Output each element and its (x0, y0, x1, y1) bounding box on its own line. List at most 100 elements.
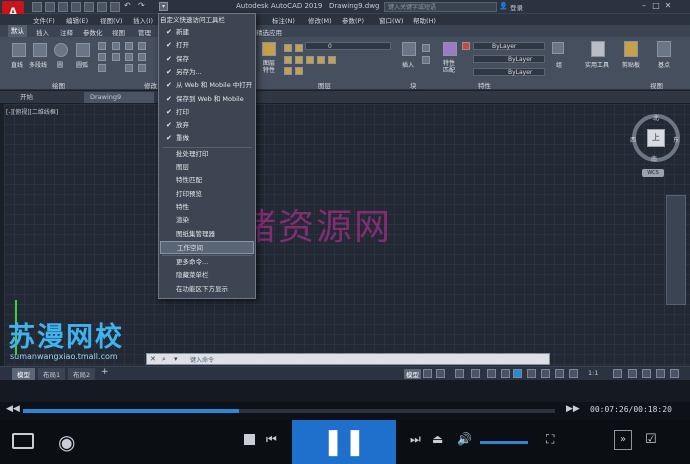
tab-layout1[interactable]: 布局1 (38, 368, 66, 380)
menu-item[interactable]: 标注(N) (272, 15, 295, 25)
eye-icon[interactable]: ◉ (58, 430, 75, 454)
qat-menu-item[interactable]: ✔ 另存为... (160, 66, 254, 79)
line-icon[interactable] (12, 43, 26, 57)
isodraft-icon[interactable] (487, 369, 496, 378)
user-icon[interactable]: 👤 (499, 2, 508, 10)
menu-item[interactable]: 帮助(H) (413, 15, 436, 25)
volume-slider[interactable] (480, 441, 528, 444)
rect-icon[interactable] (98, 42, 106, 50)
trim-icon[interactable] (138, 42, 146, 50)
object-snap-icon[interactable] (501, 369, 510, 378)
next-icon[interactable]: ⏭ (410, 432, 421, 447)
minimize-icon[interactable]: – (638, 1, 650, 10)
layer-tool-icon[interactable] (284, 67, 292, 75)
ribbon-tab[interactable]: 管理 (138, 27, 151, 37)
arc-icon[interactable] (76, 43, 90, 57)
model-space-button[interactable]: 模型 (404, 369, 421, 379)
hatch-icon[interactable] (98, 53, 106, 61)
circle-icon[interactable] (54, 43, 68, 57)
layer-tool-icon[interactable] (317, 56, 325, 64)
lineweight-dropdown[interactable]: ByLayer (473, 68, 545, 76)
ribbon-tab[interactable]: 插入 (36, 27, 49, 37)
layer-tool-icon[interactable] (295, 67, 303, 75)
add-icon[interactable] (628, 369, 637, 378)
selection-cycling-icon[interactable] (555, 369, 564, 378)
qat-menu-item[interactable]: 特性匹配 (160, 174, 254, 187)
qat-menu-item[interactable]: 批处理打印 (160, 148, 254, 161)
menu-item[interactable]: 编辑(E) (66, 15, 88, 25)
mirror-icon[interactable] (138, 53, 146, 61)
color-icon[interactable] (462, 42, 470, 50)
wcs-menu[interactable]: WCS (642, 169, 664, 177)
viewport-controls[interactable]: [-][俯视][二维线框] (6, 107, 58, 116)
customize-icon[interactable] (670, 369, 679, 378)
layer-tool-icon[interactable] (328, 56, 336, 64)
previous-icon[interactable]: ⏮ (266, 432, 277, 447)
polyline-icon[interactable] (33, 43, 47, 57)
insert-block-icon[interactable] (402, 42, 416, 56)
fullscreen-icon[interactable] (656, 369, 665, 378)
gear-icon[interactable] (613, 369, 622, 378)
web-open-icon[interactable] (84, 2, 94, 12)
toolbox-icon[interactable] (12, 433, 34, 449)
annotation-visibility-icon[interactable] (569, 369, 578, 378)
undo-icon[interactable]: ↶ (124, 1, 131, 10)
playlist-toggle-icon[interactable]: » (614, 430, 632, 450)
spline-icon[interactable] (112, 53, 120, 61)
saveas-icon[interactable] (71, 2, 81, 12)
new-icon[interactable] (32, 2, 42, 12)
transparency-icon[interactable] (541, 369, 550, 378)
menu-item[interactable]: 文件(F) (33, 15, 55, 25)
pause-button[interactable]: ❚❚ (292, 420, 396, 464)
view-cube[interactable]: 上 (647, 129, 665, 147)
layer-tool-icon[interactable] (284, 44, 292, 52)
menu-item[interactable]: 视图(V) (100, 15, 123, 25)
ribbon-tab[interactable]: 视图 (112, 27, 125, 37)
menu-item[interactable]: 参数(P) (342, 15, 364, 25)
tab-model[interactable]: 模型 (12, 368, 35, 380)
annotation-scale[interactable]: 1:1 (588, 369, 598, 377)
volume-icon[interactable]: 🔊 (457, 432, 472, 446)
eject-icon[interactable]: ⏏ (432, 432, 443, 446)
ellipse-icon[interactable] (112, 42, 120, 50)
match-properties-icon[interactable] (443, 42, 457, 56)
linetype-dropdown[interactable]: ByLayer (473, 55, 545, 63)
compass-east[interactable]: 东 (673, 135, 679, 144)
layer-properties-icon[interactable] (262, 42, 276, 56)
fullscreen-icon[interactable]: ⛶ (546, 432, 554, 447)
create-block-icon[interactable] (422, 44, 430, 52)
navigation-bar[interactable] (666, 195, 686, 305)
lineweight-icon[interactable] (527, 369, 536, 378)
ortho-icon[interactable] (455, 369, 464, 378)
save-icon[interactable] (58, 2, 68, 12)
qat-menu-item[interactable]: 隐藏菜单栏 (160, 269, 254, 282)
print-icon[interactable] (110, 2, 120, 12)
layer-tool-icon[interactable] (295, 44, 303, 52)
ribbon-tab[interactable]: 注释 (60, 27, 73, 37)
compass-north[interactable]: 北 (653, 113, 659, 122)
qat-menu-item[interactable]: ✔ 保存 (160, 53, 254, 66)
move-icon[interactable] (125, 42, 133, 50)
base-point-icon[interactable] (657, 41, 671, 57)
compass-west[interactable]: 西 (630, 135, 636, 144)
polar-icon[interactable] (471, 369, 480, 378)
stop-icon[interactable] (244, 434, 255, 445)
qat-menu-item[interactable]: ✔ 放弃 (160, 119, 254, 132)
menu-item[interactable]: 修改(M) (308, 15, 332, 25)
qat-menu-item[interactable]: ✔ 打印 (160, 106, 254, 119)
clipboard-icon[interactable] (624, 41, 638, 57)
calculator-icon[interactable] (591, 41, 605, 57)
tab-drawing9[interactable]: Drawing9 (84, 92, 154, 103)
scale-icon[interactable] (138, 64, 146, 72)
qat-menu-item[interactable]: ✔ 重做 (160, 132, 254, 145)
close-icon[interactable]: ✕ (662, 1, 674, 10)
qat-dropdown-icon[interactable]: ▾ (159, 2, 168, 11)
layer-dropdown[interactable]: 0 (305, 42, 391, 50)
qat-menu-item[interactable]: ✔ 保存到 Web 和 Mobile (160, 93, 254, 106)
qat-menu-item[interactable]: ✔ 从 Web 和 Mobile 中打开 (160, 79, 254, 92)
open-icon[interactable] (45, 2, 55, 12)
layer-tool-icon[interactable] (284, 56, 292, 64)
edit-block-icon[interactable] (422, 56, 430, 64)
qat-menu-item[interactable]: ✔ 新建 (160, 26, 254, 39)
qat-menu-item[interactable]: 在功能区下方显示 (160, 283, 254, 296)
